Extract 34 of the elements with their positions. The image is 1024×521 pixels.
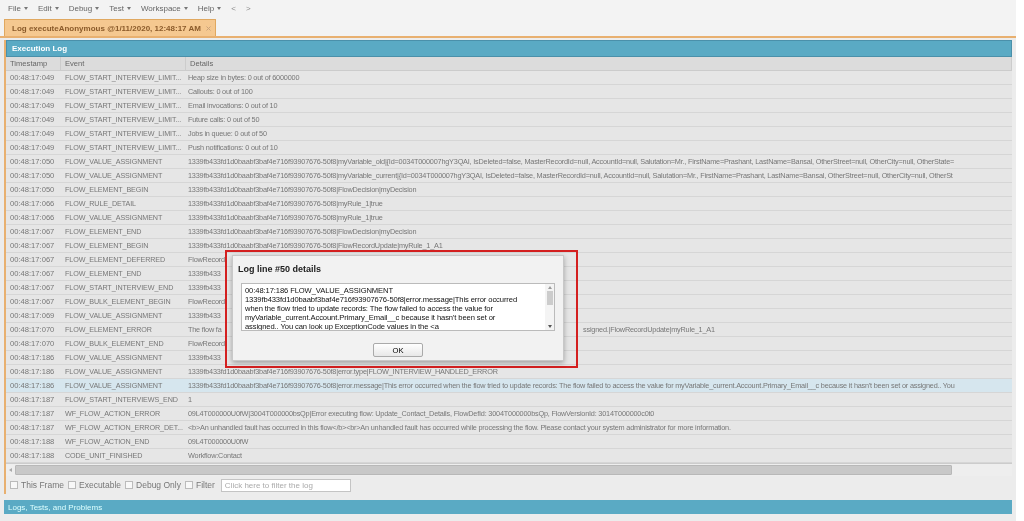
scroll-up-icon[interactable]: [547, 286, 552, 289]
log-tab[interactable]: Log executeAnonymous @1/11/2020, 12:48:17 AM: [4, 19, 216, 36]
vertical-scrollbar[interactable]: [545, 284, 554, 330]
checkbox[interactable]: [125, 481, 134, 489]
menu-item[interactable]: File: [8, 4, 28, 13]
menu-item[interactable]: Help: [197, 4, 222, 13]
horizontal-scrollbar[interactable]: [6, 463, 1012, 476]
dialog-title: Log line #50 details: [238, 264, 322, 274]
menu-item[interactable]: Debug: [68, 4, 100, 13]
panel-header: Execution Log: [6, 40, 1012, 57]
checkbox[interactable]: [68, 481, 76, 489]
close-icon[interactable]: [205, 25, 211, 31]
menu-item[interactable]: Test: [109, 4, 131, 13]
scrollbar-thumb[interactable]: [15, 465, 952, 475]
checkbox-label[interactable]: Debug Only: [136, 480, 181, 490]
caret-icon: [54, 7, 59, 10]
caret-icon: [23, 7, 28, 10]
caret-icon: [95, 7, 100, 10]
scrollbar-thumb[interactable]: [546, 291, 553, 305]
checkbox[interactable]: [184, 481, 193, 489]
checkbox-label[interactable]: Executable: [79, 480, 122, 490]
checkbox-label[interactable]: This Frame: [21, 480, 64, 490]
menu-item[interactable]: Edit: [37, 4, 59, 13]
scroll-left-icon[interactable]: [9, 468, 12, 472]
filter-field[interactable]: Click here to filter the log: [220, 478, 351, 492]
caret-icon: [126, 7, 131, 10]
caret-icon: [183, 7, 188, 10]
caret-icon: [217, 7, 222, 10]
bottom-panel-bar[interactable]: Logs, Tests, and Problems: [4, 500, 1012, 514]
checkbox[interactable]: [10, 481, 18, 489]
log-row[interactable]: [6, 379, 1012, 393]
menu-item[interactable]: Workspace: [140, 4, 188, 13]
checkbox-label[interactable]: Filter: [195, 480, 215, 490]
scroll-down-icon[interactable]: [547, 325, 552, 328]
